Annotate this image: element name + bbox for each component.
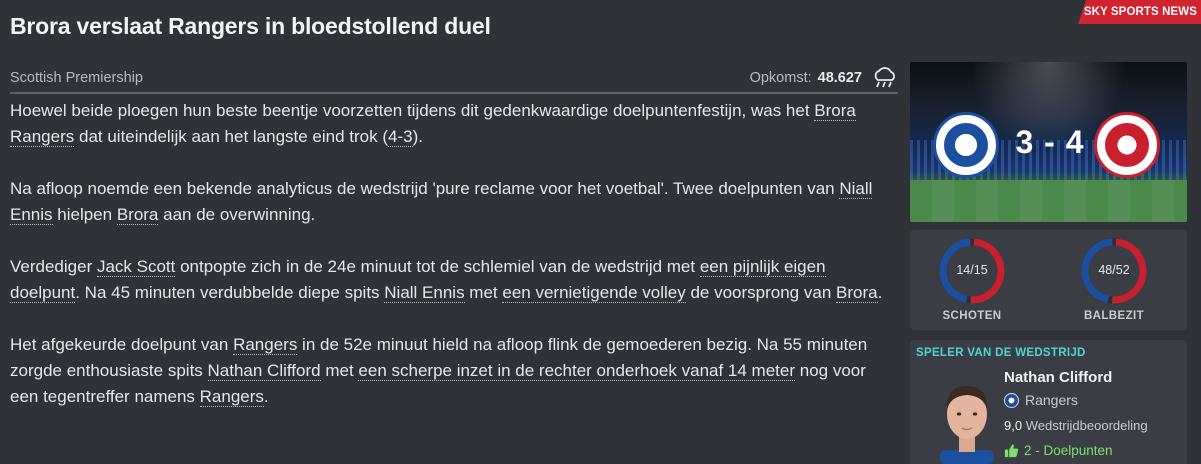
stat-shots: 14/15 SCHOTEN: [927, 236, 1017, 322]
match-score: 3 - 4: [1015, 124, 1085, 160]
potm-rating: 9,0 Wedstrijdbeoordeling: [1004, 418, 1148, 433]
score-link[interactable]: 4-3: [388, 127, 413, 147]
text: de voorsprong van: [685, 283, 836, 302]
home-team-crest-icon[interactable]: [933, 112, 999, 178]
competition-link[interactable]: Scottish Premiership: [10, 70, 143, 86]
article-headline: Brora verslaat Rangers in bloedstollend …: [10, 13, 491, 39]
club-crest-icon: [1004, 392, 1019, 408]
potm-rating-value: 9,0: [1004, 418, 1023, 433]
text: met: [464, 283, 503, 302]
article-meta-bar: Scottish Premiership Opkomst: 48.627: [10, 64, 898, 94]
thumbs-up-icon: [1004, 444, 1019, 458]
text: hielpen: [52, 205, 117, 224]
possession-label: BALBEZIT: [1083, 310, 1145, 322]
potm-player-name[interactable]: Nathan Clifford: [1004, 369, 1112, 386]
away-team-crest-icon[interactable]: [1094, 112, 1160, 178]
potm-goals: 2 - Doelpunten: [1004, 443, 1113, 458]
potm-goals-text: 2 - Doelpunten: [1024, 443, 1113, 458]
team-link-brora[interactable]: Brora: [116, 205, 159, 225]
paragraph-1: Hoewel beide ploegen hun beste beentje v…: [10, 98, 895, 150]
text: Hoewel beide ploegen hun beste beentje v…: [10, 101, 815, 120]
potm-title: SPELER VAN DE WEDSTRIJD: [916, 347, 1086, 359]
paragraph-2: Na afloop noemde een bekende analyticus …: [10, 176, 895, 228]
match-score-panel[interactable]: 3 - 4: [910, 62, 1187, 222]
match-stats-panel: 14/15 SCHOTEN 48/52 BALBEZIT: [910, 230, 1187, 330]
event-link-goal[interactable]: een scherpe inzet in de rechter onderhoe…: [358, 361, 796, 381]
pitch-background: [910, 180, 1187, 222]
text: met: [320, 361, 359, 380]
text: ontpopte zich in de 24e minuut tot de sc…: [175, 257, 700, 276]
player-avatar[interactable]: [932, 376, 1002, 464]
possession-value: 48/52: [1098, 263, 1130, 277]
cloud-rain-icon: [874, 67, 895, 88]
text: .: [877, 283, 883, 302]
text: Na afloop noemde een bekende analyticus …: [10, 179, 840, 198]
player-link-niall-ennis[interactable]: Niall Ennis: [384, 283, 465, 303]
article-body: Hoewel beide ploegen hun beste beentje v…: [10, 98, 895, 436]
potm-rating-label: Wedstrijdbeoordeling: [1025, 418, 1148, 433]
text: .: [263, 387, 269, 406]
text: Het afgekeurde doelpunt van: [10, 335, 234, 354]
shots-value: 14/15: [956, 263, 988, 277]
event-link-volley[interactable]: een vernietigende volley: [502, 283, 686, 303]
text: ).: [412, 127, 423, 146]
potm-club[interactable]: Rangers: [1004, 392, 1078, 408]
potm-club-name: Rangers: [1025, 392, 1078, 408]
attendance-info: Opkomst: 48.627: [750, 67, 898, 89]
shots-label: SCHOTEN: [942, 310, 1002, 322]
text: aan de overwinning.: [158, 205, 316, 224]
player-link-nathan-clifford[interactable]: Nathan Clifford: [207, 361, 321, 381]
source-badge: SKY SPORTS NEWS: [1078, 0, 1201, 24]
attendance-label: Opkomst:: [749, 70, 812, 86]
text: Verdediger: [10, 257, 97, 276]
team-link-brora[interactable]: Brora: [836, 283, 878, 303]
player-link-jack-scott[interactable]: Jack Scott: [96, 257, 176, 277]
paragraph-3: Verdediger Jack Scott ontpopte zich in d…: [10, 254, 895, 306]
attendance-value: 48.627: [817, 70, 862, 86]
paragraph-4: Het afgekeurde doelpunt van Rangers in d…: [10, 332, 895, 410]
player-of-the-match-panel[interactable]: SPELER VAN DE WEDSTRIJD Nathan Clifford …: [910, 340, 1187, 464]
text: dat uiteindelijk aan het langste eind tr…: [74, 127, 389, 146]
team-link-rangers[interactable]: Rangers: [233, 335, 298, 355]
stat-possession: 48/52 BALBEZIT: [1069, 236, 1159, 322]
team-link-rangers[interactable]: Rangers: [199, 387, 264, 407]
text: . Na 45 minuten verdubbelde diepe spits: [75, 283, 385, 302]
